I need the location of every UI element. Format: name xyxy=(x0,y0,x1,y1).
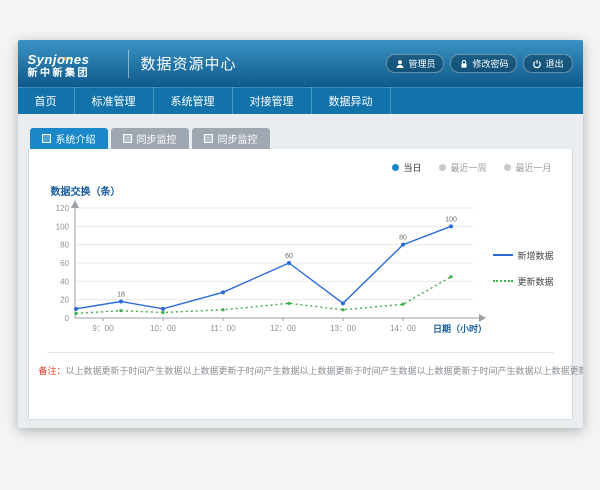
tab-icon xyxy=(123,134,132,143)
svg-text:11：00: 11：00 xyxy=(210,324,236,333)
footnote-text: 以上数据更新于时间产生数据以上数据更新于时间产生数据以上数据更新于时间产生数据以… xyxy=(66,366,583,376)
footnote-label: 备注： xyxy=(39,366,66,376)
svg-text:80: 80 xyxy=(399,235,407,242)
svg-text:80: 80 xyxy=(60,241,69,250)
logout-button[interactable]: 退出 xyxy=(523,54,572,73)
filter-last-month[interactable]: 最近一月 xyxy=(504,161,551,174)
content-area: 系统介绍 同步监控 同步监控 当日 最近一周 xyxy=(18,114,583,428)
lock-icon xyxy=(459,59,469,69)
filter-last-week[interactable]: 最近一周 xyxy=(439,161,486,174)
svg-text:20: 20 xyxy=(60,296,69,305)
filter-today[interactable]: 当日 xyxy=(392,161,421,174)
tab-label: 同步监控 xyxy=(218,131,258,146)
svg-text:18: 18 xyxy=(117,292,125,299)
legend-item-updated-data: 更新数据 xyxy=(493,275,554,288)
page-title: 数据资源中心 xyxy=(141,53,237,74)
svg-text:13：00: 13：00 xyxy=(330,324,356,333)
footnote: 备注：以上数据更新于时间产生数据以上数据更新于时间产生数据以上数据更新于时间产生… xyxy=(39,364,562,377)
filter-label: 最近一月 xyxy=(515,161,551,174)
action-label: 退出 xyxy=(545,57,563,70)
company-name: 新中新集团 xyxy=(28,69,124,79)
svg-text:0: 0 xyxy=(64,314,69,323)
legend-item-new-data: 新增数据 xyxy=(493,249,554,262)
brand-logo: Synjones 新中新集团 xyxy=(28,48,124,79)
tab-system-intro[interactable]: 系统介绍 xyxy=(30,128,108,149)
tab-icon xyxy=(204,134,213,143)
line-chart: 0 20 40 60 80 100 120 9：00 10：00 11：00 12：00 13：00 1… xyxy=(39,200,489,336)
header-actions: 管理员 修改密码 退出 xyxy=(386,54,572,73)
svg-text:60: 60 xyxy=(60,259,69,268)
svg-text:14：00: 14：00 xyxy=(390,324,416,333)
power-icon xyxy=(532,59,542,69)
chart-row: 0 20 40 60 80 100 120 9：00 10：00 11：00 12：00 13：00 1… xyxy=(39,200,562,336)
nav-item-standard-mgmt[interactable]: 标准管理 xyxy=(75,87,154,114)
main-nav: 首页 标准管理 系统管理 对接管理 数据异动 xyxy=(18,87,583,114)
change-password-button[interactable]: 修改密码 xyxy=(450,54,517,73)
tab-label: 同步监控 xyxy=(137,131,177,146)
range-filters: 当日 最近一周 最近一月 xyxy=(39,157,562,174)
dot-icon xyxy=(439,164,446,171)
nav-item-data-change[interactable]: 数据异动 xyxy=(312,87,391,114)
nav-item-integration-mgmt[interactable]: 对接管理 xyxy=(233,87,312,114)
filter-label: 最近一周 xyxy=(450,161,486,174)
svg-text:100: 100 xyxy=(55,222,69,231)
legend-label: 新增数据 xyxy=(518,249,554,262)
svg-text:100: 100 xyxy=(445,216,457,223)
tab-sync-monitor-2[interactable]: 同步监控 xyxy=(192,128,270,149)
svg-text:日期（小时）: 日期（小时） xyxy=(432,323,486,334)
chart-panel: 当日 最近一周 最近一月 数据交换（条） 0 20 40 60 80 100 120 9：00… xyxy=(28,149,573,420)
tab-label: 系统介绍 xyxy=(56,131,96,146)
dot-icon xyxy=(392,164,399,171)
action-label: 修改密码 xyxy=(472,57,508,70)
dot-icon xyxy=(504,164,511,171)
legend-label: 更新数据 xyxy=(518,275,554,288)
svg-text:120: 120 xyxy=(55,204,69,213)
svg-text:9：00: 9：00 xyxy=(92,324,114,333)
admin-user-button[interactable]: 管理员 xyxy=(386,54,444,73)
tab-sync-monitor-1[interactable]: 同步监控 xyxy=(111,128,189,149)
filter-label: 当日 xyxy=(403,161,421,174)
divider xyxy=(47,352,554,353)
svg-text:10：00: 10：00 xyxy=(150,324,176,333)
app-window: Synjones 新中新集团 数据资源中心 管理员 修改密码 xyxy=(18,40,583,428)
series-legend: 新增数据 更新数据 xyxy=(493,249,554,288)
svg-text:60: 60 xyxy=(285,253,293,260)
action-label: 管理员 xyxy=(408,57,435,70)
header-divider xyxy=(128,50,129,78)
tab-bar: 系统介绍 同步监控 同步监控 xyxy=(30,128,573,149)
nav-item-system-mgmt[interactable]: 系统管理 xyxy=(154,87,233,114)
chart-y-axis-title: 数据交换（条） xyxy=(51,183,562,198)
app-header: Synjones 新中新集团 数据资源中心 管理员 修改密码 xyxy=(18,40,583,87)
svg-text:40: 40 xyxy=(60,277,69,286)
user-icon xyxy=(395,59,405,69)
nav-item-home[interactable]: 首页 xyxy=(18,87,75,114)
brand-name: Synjones xyxy=(28,53,124,66)
svg-text:12：00: 12：00 xyxy=(270,324,296,333)
line-swatch-icon xyxy=(493,280,513,282)
tab-icon xyxy=(42,134,51,143)
line-swatch-icon xyxy=(493,254,513,256)
